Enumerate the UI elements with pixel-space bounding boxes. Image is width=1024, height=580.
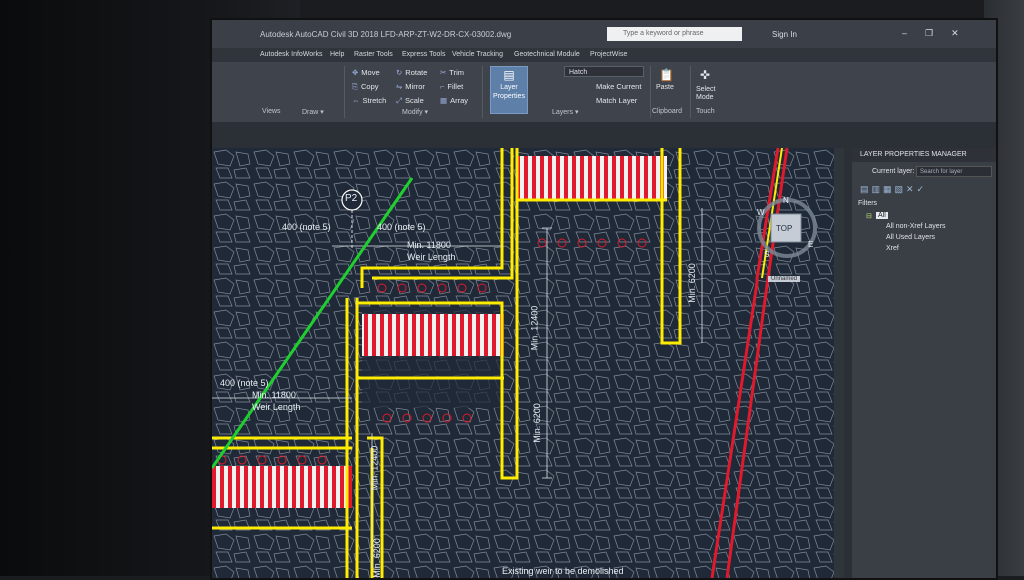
dimension-label: Min. 12400 <box>369 445 380 491</box>
panel-touch[interactable]: Touch <box>696 108 715 115</box>
weir-hatch <box>362 314 504 356</box>
filter-tree-icon: ⊟ <box>866 213 872 220</box>
scale-tool[interactable]: ⤢ Scale <box>396 96 424 106</box>
menu-item[interactable]: Help <box>330 51 344 58</box>
scale-icon: ⤢ <box>396 96 402 105</box>
trim-tool[interactable]: ✂ Trim <box>440 68 464 77</box>
array-icon: ▦ <box>440 96 448 105</box>
fillet-icon: ⌐ <box>440 82 445 91</box>
move-icon: ✥ <box>352 68 359 77</box>
menu-bar: Autodesk InfoWorks Help Raster Tools Exp… <box>212 48 996 62</box>
divider <box>650 66 651 118</box>
monitor-screen: Autodesk AutoCAD Civil 3D 2018 LFD-ARP-Z… <box>210 18 998 580</box>
divider <box>344 66 345 118</box>
ribbon: ✥ Move ↻ Rotate ✂ Trim ⎘ Copy ⇋ Mirror ⌐ Fille… <box>212 62 996 122</box>
window-title: Autodesk AutoCAD Civil 3D 2018 LFD-ARP-Z… <box>260 30 512 39</box>
menu-item[interactable]: Geotechnical Module <box>514 51 580 58</box>
move-tool[interactable]: ✥ Move <box>352 68 380 77</box>
stretch-icon: ⇔ <box>352 96 360 105</box>
layer-toolbar-icons[interactable]: ▤▥▦▧✕✓ <box>860 184 927 195</box>
title-bar: Autodesk AutoCAD Civil 3D 2018 LFD-ARP-Z… <box>212 20 996 48</box>
current-layer-label: Current layer: <box>872 168 915 175</box>
divider <box>690 66 691 118</box>
drawing-canvas[interactable]: P2 400 (note 5) 400 (note 5) Min. 11800 … <box>212 148 837 578</box>
filter-all[interactable]: All <box>876 212 888 219</box>
clipboard-icon: 📋 <box>659 68 674 82</box>
copy-icon: ⎘ <box>352 82 358 91</box>
filter-xref[interactable]: Xref <box>886 245 899 252</box>
select-mode-button[interactable]: Select Mode <box>696 86 722 102</box>
dimension-label: Min. 6200 <box>371 538 382 578</box>
navigation-bar[interactable] <box>834 148 844 578</box>
layer-properties-manager: LAYER PROPERTIES MANAGER Current layer: … <box>852 148 996 578</box>
weir-hatch <box>517 156 667 200</box>
dimension-label: Min. 11800 <box>407 240 451 250</box>
paste-button[interactable]: Paste <box>656 84 674 91</box>
dimension-label: Min. 11800 <box>252 390 296 400</box>
menu-item[interactable]: Vehicle Tracking <box>452 51 503 58</box>
window-controls[interactable]: –❐✕ <box>902 28 977 39</box>
layer-stack-icon: ▤ <box>503 68 515 82</box>
menu-item[interactable]: Autodesk InfoWorks <box>260 51 323 58</box>
grid-marker-label: P2 <box>345 193 358 204</box>
ucs-tag[interactable]: Unnamed <box>768 276 801 282</box>
dimension-label: 400 (note 5) <box>220 378 269 388</box>
array-tool[interactable]: ▦ Array <box>440 96 468 105</box>
dimension-label: 400 (note 5) <box>282 222 331 232</box>
dimension-label: Min. 6200 <box>686 263 697 303</box>
mirror-tool[interactable]: ⇋ Mirror <box>396 82 425 91</box>
panel-layers[interactable]: Layers ▾ <box>552 108 578 116</box>
dimension-label: Weir Length <box>252 402 301 412</box>
dimension-label: Min. 12400 <box>529 305 540 351</box>
rotate-icon: ↻ <box>396 68 403 77</box>
match-layer-button[interactable]: Match Layer <box>596 96 637 105</box>
cad-drawing <box>212 148 837 578</box>
filters-label: Filters <box>858 200 878 207</box>
layer-dropdown[interactable]: Hatch <box>564 66 644 77</box>
panel-clipboard[interactable]: Clipboard <box>652 108 682 115</box>
viewcube-top[interactable]: TOP <box>776 224 792 233</box>
make-current-button[interactable]: Make Current <box>596 82 641 91</box>
sign-in-button[interactable]: Sign In <box>772 30 797 39</box>
layer-properties-button[interactable]: ▤ Layer Properties <box>490 66 528 114</box>
trim-icon: ✂ <box>440 68 447 77</box>
panel-views[interactable]: Views <box>262 108 281 115</box>
menu-item[interactable]: ProjectWise <box>590 51 627 58</box>
viewcube-east[interactable]: E <box>808 240 813 249</box>
layer-search-input[interactable]: Search for layer <box>916 166 992 177</box>
dimension-label: Weir Length <box>407 252 456 262</box>
panel-title: LAYER PROPERTIES MANAGER <box>852 148 996 162</box>
panel-draw[interactable]: Draw ▾ <box>302 108 324 116</box>
menu-item[interactable]: Raster Tools <box>354 51 393 58</box>
viewcube-north[interactable]: N <box>783 196 789 205</box>
viewcube-south[interactable]: S <box>764 250 769 259</box>
annotation-note: Existing weir to be demolished <box>502 566 624 576</box>
copy-tool[interactable]: ⎘ Copy <box>352 82 379 92</box>
viewcube-west[interactable]: W <box>757 208 765 217</box>
search-input[interactable]: Type a keyword or phrase <box>607 27 742 41</box>
divider <box>482 66 483 118</box>
menu-item[interactable]: Express Tools <box>402 51 445 58</box>
fillet-tool[interactable]: ⌐ Fillet <box>440 82 463 91</box>
select-mode-icon: ✜ <box>700 68 711 82</box>
dimension-label: Min. 6200 <box>531 403 542 443</box>
mirror-icon: ⇋ <box>396 82 403 91</box>
dimension-label: 400 (note 5) <box>377 222 426 232</box>
stretch-tool[interactable]: ⇔ Stretch <box>352 96 386 105</box>
filter-non-xref[interactable]: All non-Xref Layers <box>886 223 946 230</box>
filter-used[interactable]: All Used Layers <box>886 234 935 241</box>
panel-modify[interactable]: Modify ▾ <box>402 108 428 116</box>
weir-hatch <box>212 466 352 508</box>
rotate-tool[interactable]: ↻ Rotate <box>396 68 427 77</box>
